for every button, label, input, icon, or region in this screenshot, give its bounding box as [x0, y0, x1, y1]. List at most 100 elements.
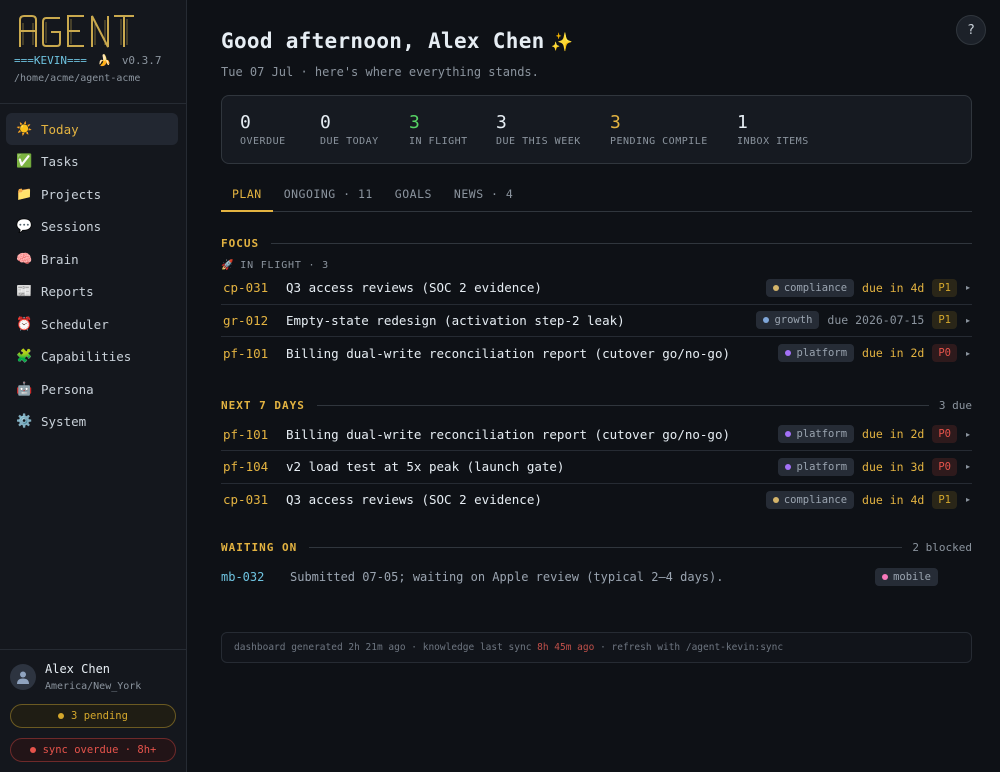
chevron-right-icon[interactable]: ▸ — [966, 462, 972, 471]
nav-item-today[interactable]: ☀️ Today — [6, 113, 178, 145]
stat-inbox-items[interactable]: 1 INBOX ITEMS — [737, 96, 809, 163]
task-id: gr-012 — [223, 312, 269, 328]
tag-dot-icon — [763, 317, 770, 324]
nav-item-label: Brain — [41, 251, 79, 267]
task-title: Billing dual-write reconciliation report… — [286, 426, 731, 442]
tag-label: compliance — [783, 493, 848, 506]
check-icon: ✅ — [16, 154, 33, 169]
task-id: pf-101 — [223, 426, 269, 442]
tag-dot-icon — [785, 350, 792, 357]
task-row[interactable]: gr-012 Empty-state redesign (activation … — [221, 305, 972, 337]
brain-icon: 🧠 — [16, 251, 33, 267]
version-label: v0.3.7 — [121, 54, 162, 67]
nav-item-label: Scheduler — [41, 316, 109, 332]
sparkle-icon: ✨ — [550, 32, 574, 53]
sync-overdue-badge[interactable]: sync overdue · 8h+ — [10, 738, 176, 762]
task-row[interactable]: pf-104 v2 load test at 5x peak (launch g… — [221, 451, 972, 484]
waiting-on-section-header: WAITING ON 2 blocked — [221, 541, 972, 554]
stat-value: 0 — [240, 112, 251, 133]
stat-due-this-week[interactable]: 3 DUE THIS WEEK — [496, 96, 610, 163]
tag-dot-icon — [785, 431, 792, 438]
nav-item-label: Tasks — [41, 154, 79, 169]
speech-bubble-icon: 💬 — [16, 219, 33, 234]
nav-item-label: Today — [41, 121, 79, 137]
nav-item-reports[interactable]: 📰 Reports — [6, 276, 178, 308]
tag-platform[interactable]: platform — [778, 344, 855, 363]
priority-badge: P1 — [932, 278, 957, 297]
task-row[interactable]: pf-101 Billing dual-write reconciliation… — [221, 337, 972, 370]
footer-generated-text: dashboard generated 2h 21m ago · knowled… — [234, 642, 538, 653]
tag-dot-icon — [772, 496, 779, 503]
workspace-path: /home/acme/agent-acme — [14, 73, 141, 84]
waiting-note: Submitted 07-05; waiting on Apple review… — [290, 570, 724, 584]
pending-badge[interactable]: 3 pending — [10, 704, 176, 728]
page-title: Good afternoon, Alex Chen ✨ — [221, 29, 972, 53]
stat-pending-compile[interactable]: 3 PENDING COMPILE — [610, 96, 737, 163]
user-profile[interactable]: Alex Chen America/New_York — [10, 662, 176, 692]
due-label: due in 4d — [862, 280, 925, 295]
chevron-right-icon[interactable]: ▸ — [966, 349, 972, 358]
nav-item-persona[interactable]: 🤖 Persona — [6, 373, 178, 405]
greeting-text: Good afternoon, Alex Chen — [221, 29, 545, 53]
tag-mobile[interactable]: mobile — [875, 568, 938, 586]
nav-item-tasks[interactable]: ✅ Tasks — [6, 146, 178, 178]
task-title: Billing dual-write reconciliation report… — [286, 345, 731, 361]
alarm-clock-icon: ⏰ — [16, 316, 33, 332]
nav-item-projects[interactable]: 📁 Projects — [6, 178, 178, 210]
focus-list: cp-031 Q3 access reviews (SOC 2 evidence… — [221, 272, 972, 370]
tab-goals[interactable]: GOALS — [384, 184, 443, 212]
tab-news[interactable]: NEWS · 4 — [443, 184, 524, 212]
priority-badge: P0 — [932, 344, 957, 363]
section-divider — [271, 243, 972, 244]
stat-in-flight[interactable]: 3 IN FLIGHT — [409, 96, 496, 163]
priority-badge: P0 — [932, 425, 957, 444]
task-row[interactable]: pf-101 Billing dual-write reconciliation… — [221, 419, 972, 451]
stat-label: OVERDUE — [240, 136, 286, 147]
task-row[interactable]: cp-031 Q3 access reviews (SOC 2 evidence… — [221, 484, 972, 517]
tag-platform[interactable]: platform — [778, 457, 855, 476]
user-timezone: America/New_York — [45, 681, 142, 692]
pending-dot-icon — [58, 713, 65, 719]
stat-overdue[interactable]: 0 OVERDUE — [240, 96, 320, 163]
status-footer: dashboard generated 2h 21m ago · knowled… — [221, 632, 972, 663]
nav-item-scheduler[interactable]: ⏰ Scheduler — [6, 308, 178, 340]
nav-item-sessions[interactable]: 💬 Sessions — [6, 211, 178, 243]
puzzle-icon: 🧩 — [16, 349, 33, 364]
tag-growth[interactable]: growth — [756, 311, 820, 330]
stat-value: 3 — [610, 112, 621, 133]
due-label: due in 3d — [862, 459, 925, 474]
nav-item-system[interactable]: ⚙️ System — [6, 406, 178, 438]
priority-badge: P0 — [932, 457, 957, 476]
chevron-right-icon[interactable]: ▸ — [966, 430, 972, 439]
stat-label: PENDING COMPILE — [610, 136, 708, 147]
task-title: Q3 access reviews (SOC 2 evidence) — [286, 492, 542, 508]
tab-bar: PLAN ONGOING · 11 GOALS NEWS · 4 — [221, 184, 972, 212]
chevron-right-icon[interactable]: ▸ — [966, 316, 972, 325]
brand-header: ===KEVIN=== 🍌 v0.3.7 /home/acme/agent-ac… — [0, 0, 186, 104]
due-label: due in 2d — [862, 427, 925, 442]
nav-item-capabilities[interactable]: 🧩 Capabilities — [6, 341, 178, 373]
nav-item-label: System — [41, 414, 87, 429]
gear-icon: ⚙️ — [16, 414, 33, 429]
sync-overdue-label: sync overdue · 8h+ — [42, 744, 157, 756]
section-title: WAITING ON — [221, 541, 298, 554]
tab-ongoing[interactable]: ONGOING · 11 — [273, 184, 384, 212]
chevron-right-icon[interactable]: ▸ — [966, 495, 972, 504]
section-count: 2 blocked — [912, 541, 972, 554]
waiting-row[interactable]: mb-032 Submitted 07-05; waiting on Apple… — [221, 562, 972, 592]
tag-compliance[interactable]: compliance — [765, 278, 855, 297]
tab-plan[interactable]: PLAN — [221, 184, 273, 212]
focus-section-header: FOCUS — [221, 237, 972, 250]
section-title: FOCUS — [221, 237, 260, 250]
task-row[interactable]: cp-031 Q3 access reviews (SOC 2 evidence… — [221, 272, 972, 305]
tag-compliance[interactable]: compliance — [765, 490, 855, 509]
tag-platform[interactable]: platform — [778, 425, 855, 444]
stat-due-today[interactable]: 0 DUE TODAY — [320, 96, 409, 163]
nav-item-brain[interactable]: 🧠 Brain — [6, 243, 178, 275]
section-count: 3 due — [938, 398, 972, 412]
pending-label: 3 pending — [71, 710, 128, 722]
task-id: mb-032 — [221, 570, 265, 584]
chevron-right-icon[interactable]: ▸ — [966, 283, 972, 292]
task-id: cp-031 — [223, 280, 269, 296]
due-label: due in 2d — [862, 346, 925, 361]
